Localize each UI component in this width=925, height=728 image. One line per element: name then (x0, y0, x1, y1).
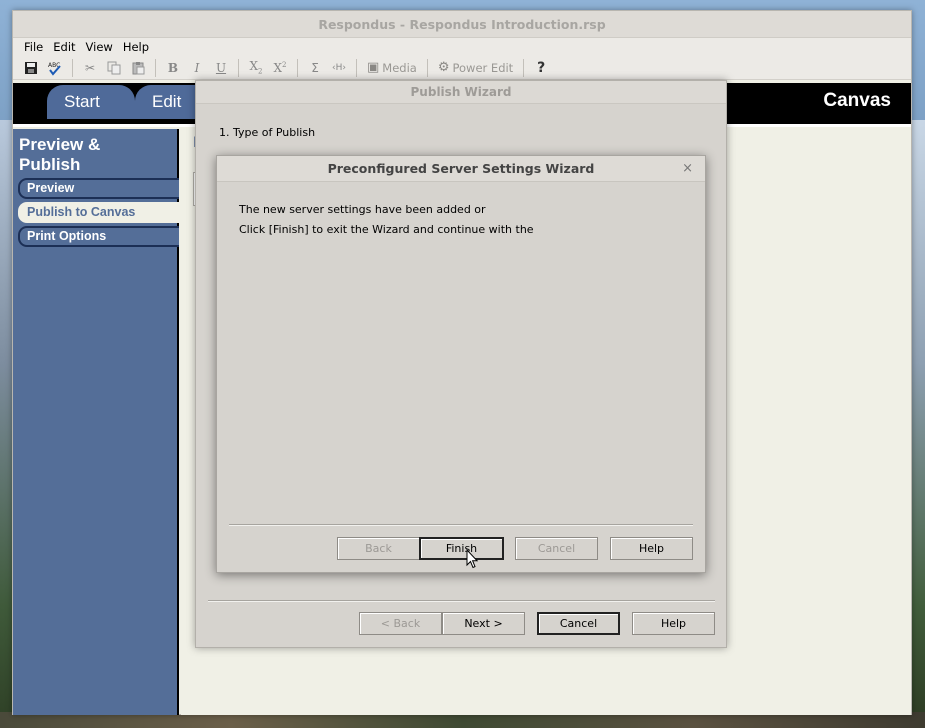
bold-glyph: B (167, 60, 179, 75)
power-edit-button[interactable]: ⚙ Power Edit (435, 60, 516, 75)
dialog-title-text: Preconfigured Server Settings Wizard (327, 161, 595, 176)
toolbar-separator (72, 58, 73, 77)
save-icon[interactable] (21, 58, 41, 78)
dialog-cancel-button[interactable]: Cancel (515, 537, 598, 560)
publish-wizard-title: Publish Wizard (196, 81, 726, 104)
dialog-finish-button[interactable]: Finish (419, 537, 504, 560)
toolbar-separator (155, 58, 156, 77)
wizard-divider (208, 600, 715, 602)
spellcheck-icon[interactable]: ABC (45, 58, 65, 78)
subscript-icon[interactable]: X2 (246, 58, 266, 78)
media-button[interactable]: ▣ Media (364, 60, 420, 75)
sidebar-item-preview[interactable]: Preview (18, 178, 179, 199)
sidebar-title: Preview & Publish (13, 129, 177, 175)
preconfigured-server-settings-dialog: Preconfigured Server Settings Wizard × T… (216, 155, 706, 573)
sidebar-item-publish-to-canvas[interactable]: Publish to Canvas (18, 202, 181, 223)
wizard-cancel-button[interactable]: Cancel (537, 612, 620, 635)
copy-icon[interactable] (104, 58, 124, 78)
gear-icon: ⚙ (437, 60, 450, 75)
bold-icon[interactable]: B (163, 58, 183, 78)
toolbar-separator (238, 58, 239, 77)
menu-edit[interactable]: Edit (48, 38, 80, 56)
dialog-back-button[interactable]: Back (337, 537, 420, 560)
sidebar-title-line2: Publish (19, 155, 81, 174)
sidebar: Preview & Publish Preview Publish to Can… (13, 129, 181, 715)
dialog-help-button[interactable]: Help (610, 537, 693, 560)
italic-glyph: I (194, 60, 200, 75)
html-code-icon[interactable]: ‹H› (329, 58, 349, 78)
help-glyph: ? (537, 59, 546, 76)
cut-icon[interactable]: ✂ (80, 58, 100, 78)
paste-icon[interactable] (128, 58, 148, 78)
italic-icon[interactable]: I (187, 58, 207, 78)
mouse-pointer-icon (466, 548, 479, 572)
help-icon[interactable]: ? (531, 58, 551, 78)
sidebar-item-print-options[interactable]: Print Options (18, 226, 179, 247)
code-glyph: ‹H› (332, 62, 346, 73)
film-icon: ▣ (367, 60, 380, 75)
dialog-divider (229, 524, 693, 526)
underline-icon[interactable]: U (211, 58, 231, 78)
toolbar: ABC ✂ B I U X2 X2 Σ ‹H› ▣ Media ⚙ Power … (13, 56, 911, 80)
dialog-message-line1: The new server settings have been added … (239, 203, 486, 216)
toolbar-separator (523, 58, 525, 77)
toolbar-separator (426, 58, 428, 77)
brand-label: Canvas (823, 90, 891, 111)
wizard-help-button[interactable]: Help (632, 612, 715, 635)
menu-bar: File Edit View Help (13, 38, 911, 56)
dialog-message-line2: Click [Finish] to exit the Wizard and co… (239, 223, 534, 236)
menu-file[interactable]: File (19, 38, 48, 56)
wizard-next-button[interactable]: Next > (442, 612, 525, 635)
wizard-back-button[interactable]: < Back (359, 612, 442, 635)
desktop-background-right (911, 120, 925, 728)
close-icon[interactable]: × (682, 156, 693, 182)
toolbar-separator (297, 58, 298, 77)
media-label: Media (382, 60, 417, 75)
equation-icon[interactable]: Σ (305, 58, 325, 78)
wizard-step-label: 1. Type of Publish (219, 126, 316, 139)
dialog-title: Preconfigured Server Settings Wizard × (217, 156, 705, 182)
underline-glyph: U (215, 60, 227, 75)
sigma-glyph: Σ (311, 60, 319, 75)
toolbar-separator (356, 58, 357, 77)
window-title: Respondus - Respondus Introduction.rsp (13, 11, 911, 38)
power-edit-label: Power Edit (452, 60, 514, 75)
menu-view[interactable]: View (81, 38, 118, 56)
menu-help[interactable]: Help (118, 38, 154, 56)
sidebar-title-line1: Preview & (19, 135, 101, 154)
superscript-icon[interactable]: X2 (270, 58, 290, 78)
tab-start[interactable]: Start (47, 85, 135, 119)
